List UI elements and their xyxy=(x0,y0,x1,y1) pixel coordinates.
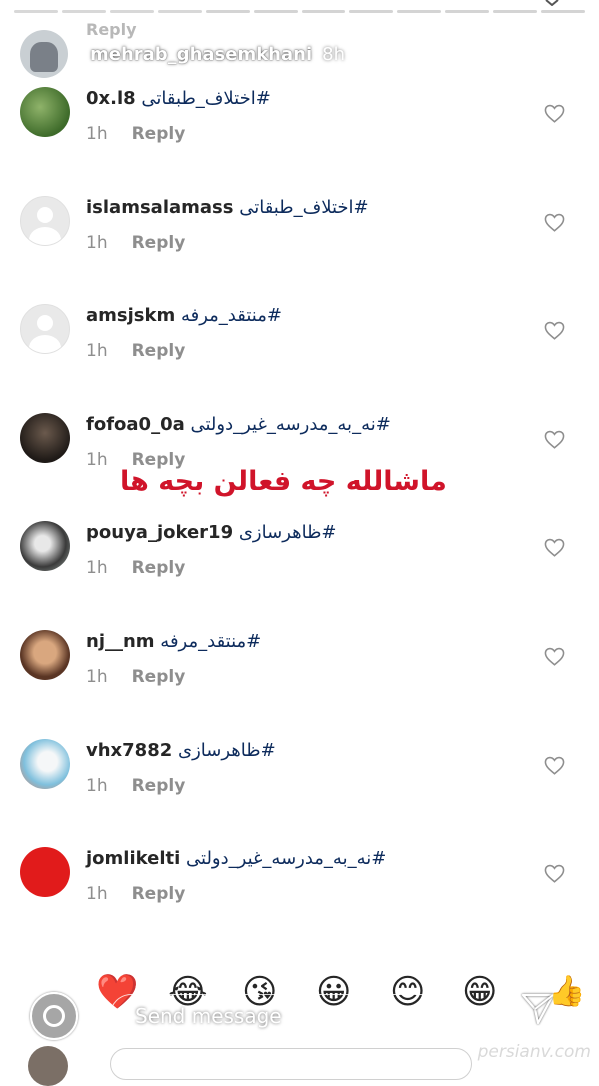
comment-meta: 1h Reply xyxy=(86,667,185,687)
comment-username[interactable]: pouya_joker19 xyxy=(86,522,233,543)
reply-button[interactable]: Reply xyxy=(132,558,186,578)
progress-segment xyxy=(397,10,442,13)
comment-meta: 1h Reply xyxy=(86,233,185,253)
comment-username[interactable]: jomlikelti xyxy=(86,848,180,869)
comment-meta: 1h Reply xyxy=(86,341,185,361)
progress-segment xyxy=(493,10,538,13)
avatar[interactable] xyxy=(20,521,70,572)
progress-segment xyxy=(157,10,202,13)
comment-username[interactable]: vhx7882 xyxy=(86,740,172,761)
comment-username[interactable]: islamsalamass xyxy=(86,197,233,218)
heart-icon[interactable] xyxy=(544,430,565,449)
avatar[interactable] xyxy=(20,629,70,680)
comment-text: pouya_joker19 #ظاهرسازی xyxy=(86,522,337,544)
progress-segment xyxy=(61,10,106,13)
poster-timestamp: 8h xyxy=(322,43,346,65)
comment-hashtag[interactable]: #منتقد_مرفه xyxy=(181,305,282,326)
watermark: persianv.com xyxy=(477,1042,591,1062)
comment-row: 0x.l8 #اختلاف_طبقاتی 1h Reply xyxy=(0,78,599,187)
comment-time: 1h xyxy=(86,449,108,470)
heart-icon[interactable] xyxy=(544,756,565,775)
poster-username[interactable]: mehrab_ghasemkhani xyxy=(90,44,312,65)
camera-icon xyxy=(43,1005,65,1027)
comment-row: pouya_joker19 #ظاهرسازی 1h Reply xyxy=(0,512,599,621)
comment-text: fofoa0_0a #نه_به_مدرسه_غیر_دولتی xyxy=(86,414,391,436)
comment-username[interactable]: fofoa0_0a xyxy=(86,414,185,435)
heart-icon[interactable] xyxy=(544,321,565,340)
comment-meta: 1h Reply xyxy=(86,558,185,578)
avatar[interactable] xyxy=(20,87,70,137)
comment-hashtag[interactable]: #ظاهرسازی xyxy=(239,522,337,543)
story-progress-bar xyxy=(14,10,586,13)
comment-row: jomlikelti #نه_به_مدرسه_غیر_دولتی 1h Repl… xyxy=(0,838,599,947)
heart-icon[interactable] xyxy=(544,647,565,666)
progress-segment xyxy=(349,10,394,13)
comment-time: 1h xyxy=(86,232,108,253)
reply-button[interactable]: Reply xyxy=(132,667,186,687)
comment-time: 1h xyxy=(86,558,108,579)
poster-avatar[interactable] xyxy=(20,30,68,78)
reply-button[interactable]: Reply xyxy=(132,341,186,361)
comment-text: islamsalamass #اختلاف_طبقاتی xyxy=(86,197,369,219)
comment-text: jomlikelti #نه_به_مدرسه_غیر_دولتی xyxy=(86,848,386,870)
comment-hashtag[interactable]: #منتقد_مرفه xyxy=(160,631,261,652)
avatar[interactable] xyxy=(20,412,70,463)
thumbs-up-icon: 👍 xyxy=(548,974,586,1009)
camera-button[interactable] xyxy=(30,992,78,1040)
comment-list: 0x.l8 #اختلاف_طبقاتی 1h Reply islamsalama… xyxy=(0,78,599,947)
comment-username[interactable]: amsjskm xyxy=(86,305,175,326)
heart-icon[interactable] xyxy=(544,538,565,558)
reply-button[interactable]: Reply xyxy=(132,776,186,796)
progress-segment xyxy=(253,10,298,13)
comment-time: 1h xyxy=(86,884,108,905)
progress-segment xyxy=(205,10,250,13)
comment-text: nj__nm #منتقد_مرفه xyxy=(86,631,261,653)
avatar xyxy=(28,1046,68,1086)
comment-hashtag[interactable]: #اختلاف_طبقاتی xyxy=(239,197,368,218)
comment-time: 1h xyxy=(86,775,108,796)
reply-button[interactable]: Reply xyxy=(132,233,186,253)
comment-time: 1h xyxy=(86,124,108,144)
heart-icon[interactable] xyxy=(544,864,565,883)
avatar[interactable] xyxy=(20,304,70,355)
progress-segment xyxy=(301,10,346,13)
comment-row: nj__nm #منتقد_مرفه 1h Reply xyxy=(0,621,599,730)
comment-meta: 1h Reply xyxy=(86,776,185,796)
avatar[interactable] xyxy=(20,738,70,789)
comment-input-pill[interactable] xyxy=(110,1048,472,1080)
progress-segment xyxy=(541,10,586,13)
comment-text: amsjskm #منتقد_مرفه xyxy=(86,305,282,327)
comment-row: vhx7882 #ظاهرسازی 1h Reply xyxy=(0,730,599,839)
progress-segment xyxy=(445,10,490,13)
avatar[interactable] xyxy=(20,195,70,246)
comment-username[interactable]: nj__nm xyxy=(86,631,155,652)
comment-meta: 1h Reply xyxy=(86,884,185,904)
comment-time: 1h xyxy=(86,341,108,362)
comment-hashtag[interactable]: #ظاهرسازی xyxy=(178,740,276,761)
comment-meta: 1h Reply xyxy=(86,124,185,144)
avatar[interactable] xyxy=(20,847,70,898)
story-text-overlay: ماشالله چه فعالن بچه ها xyxy=(120,466,447,497)
progress-segment xyxy=(109,10,154,13)
reply-button[interactable]: Reply xyxy=(132,884,186,904)
comment-hashtag[interactable]: #نه_به_مدرسه_غیر_دولتی xyxy=(186,848,386,869)
beaming-emoji-reaction[interactable]: 😁 xyxy=(462,972,497,1012)
comment-text: 0x.l8 #اختلاف_طبقاتی xyxy=(86,88,271,110)
comment-username[interactable]: 0x.l8 xyxy=(86,88,136,109)
send-message-input[interactable]: Send message xyxy=(110,994,450,1036)
comment-row: islamsalamass #اختلاف_طبقاتی 1h Reply xyxy=(0,187,599,296)
comment-hashtag[interactable]: #نه_به_مدرسه_غیر_دولتی xyxy=(190,414,390,435)
story-header[interactable]: mehrab_ghasemkhani 8h xyxy=(20,30,345,78)
heart-icon[interactable] xyxy=(544,213,565,232)
comment-row: amsjskm #منتقد_مرفه 1h Reply xyxy=(0,295,599,404)
comment-time: 1h xyxy=(86,666,108,687)
chevron-down-icon[interactable] xyxy=(545,0,559,6)
progress-segment xyxy=(14,10,58,13)
comment-text: vhx7882 #ظاهرسازی xyxy=(86,740,276,762)
reply-button[interactable]: Reply xyxy=(132,124,186,144)
comment-hashtag[interactable]: #اختلاف_طبقاتی xyxy=(141,88,270,109)
heart-icon[interactable] xyxy=(544,104,565,123)
